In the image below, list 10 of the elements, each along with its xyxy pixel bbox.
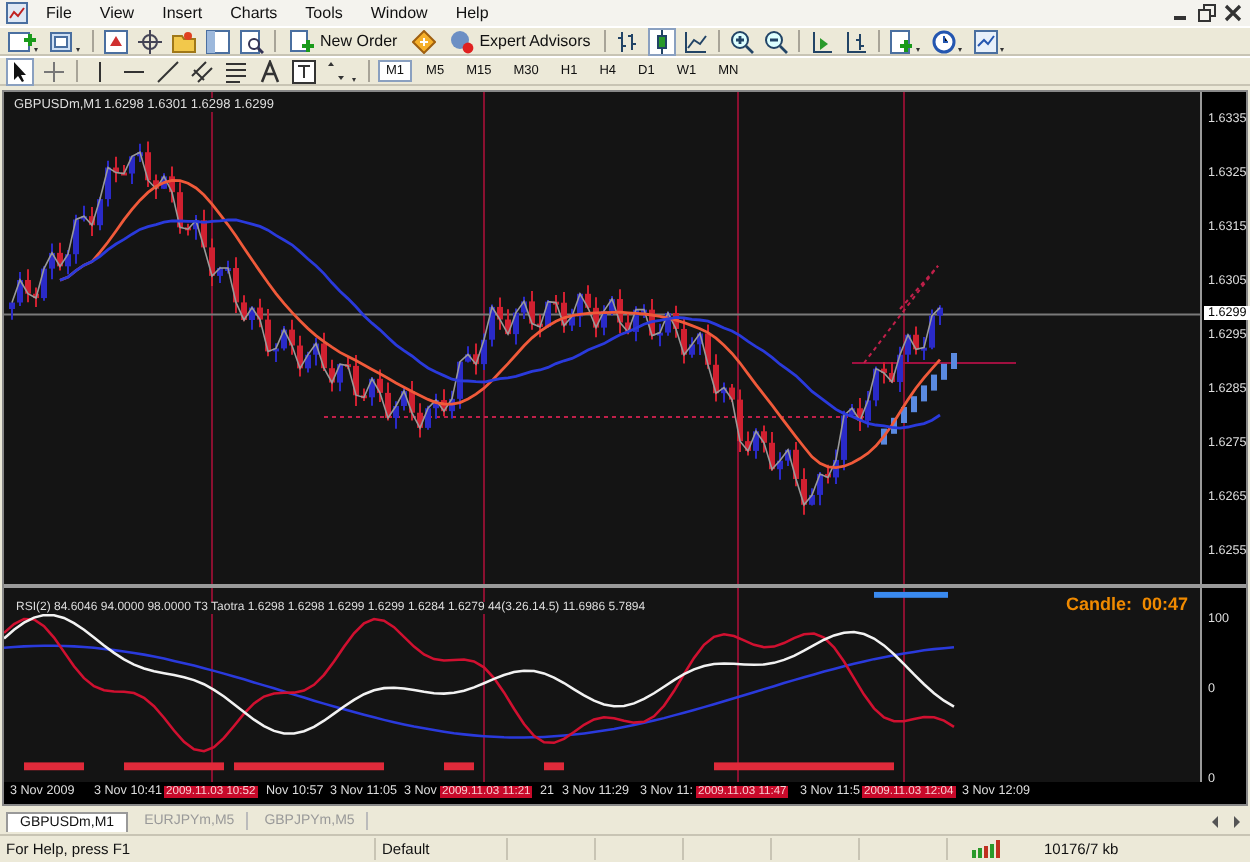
menu-item[interactable]: Help [445, 4, 499, 22]
menu-item[interactable]: Insert [152, 4, 213, 22]
menu-item[interactable]: Tools [295, 4, 353, 22]
expert-advisors-button[interactable]: Expert Advisors [445, 29, 595, 53]
new-order-button[interactable]: New Order [286, 29, 402, 53]
menu-item[interactable]: View [89, 4, 145, 22]
candle-timer: Candle: 00:47 [1065, 594, 1188, 614]
menu-item[interactable]: Window [360, 4, 438, 22]
menu-item[interactable]: File [36, 4, 82, 22]
menu-item[interactable]: Charts [220, 4, 288, 22]
